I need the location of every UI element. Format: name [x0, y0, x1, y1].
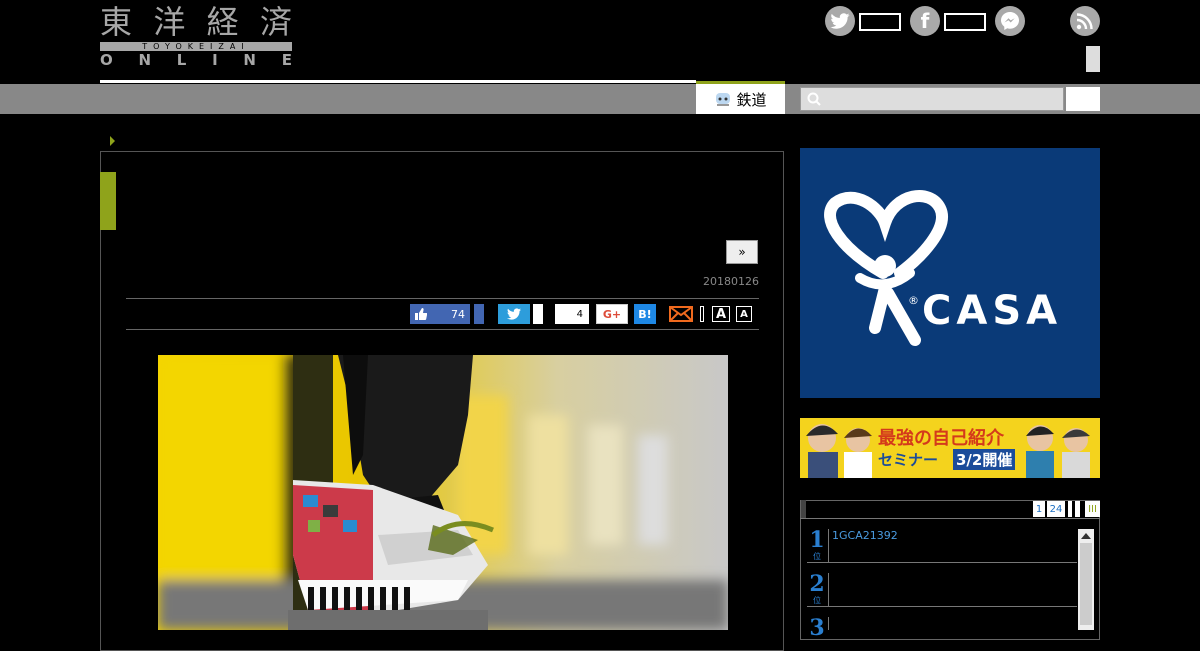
- messenger-icon[interactable]: [995, 6, 1025, 36]
- logo-online: O N L I N E: [100, 52, 292, 68]
- next-page-button[interactable]: »: [726, 240, 758, 264]
- logo-char: 洋: [153, 3, 186, 41]
- like-count: 74: [451, 307, 465, 321]
- thumbs-up-icon: [415, 308, 427, 320]
- rank-number: 3: [809, 615, 825, 641]
- font-size-large-button[interactable]: A: [712, 306, 730, 322]
- facebook-like-button[interactable]: 74: [410, 304, 470, 324]
- ranking-tab[interactable]: 1: [1033, 501, 1045, 517]
- ranking-divider: [828, 529, 829, 562]
- mail-icon[interactable]: [669, 306, 693, 322]
- svg-text:®: ®: [908, 294, 919, 307]
- article-photo: [158, 355, 728, 630]
- rank-number: 2: [809, 571, 825, 597]
- share-divider-top: [126, 298, 759, 299]
- tab-label: 鉄道: [736, 90, 767, 109]
- twitter-icon: [507, 308, 521, 320]
- tweet-count: [533, 304, 543, 324]
- title-accent-bar: [100, 172, 116, 230]
- nav-divider: [100, 80, 696, 83]
- logo-char: 経: [206, 3, 239, 41]
- rank-number: 1: [809, 527, 825, 553]
- logo-char: I: [212, 51, 218, 69]
- tab-railway[interactable]: 鉄道: [696, 81, 785, 114]
- ranking-tab[interactable]: 24: [1047, 501, 1065, 517]
- comment-count[interactable]: 4: [555, 304, 589, 324]
- banner-date: 3/2開催: [953, 449, 1016, 470]
- search-button[interactable]: [1066, 87, 1100, 111]
- font-size-small-button[interactable]: A: [736, 306, 752, 322]
- hatena-bookmark-button[interactable]: B!: [634, 304, 656, 324]
- logo-subtitle: TOYOKEIZAI: [100, 42, 292, 51]
- logo-char: N: [138, 51, 152, 69]
- ranking-panel: [800, 500, 1100, 640]
- twitter-follow-count: [859, 13, 901, 31]
- share-divider-bottom: [126, 329, 759, 330]
- breadcrumb-arrow-icon: [110, 136, 115, 146]
- google-plus-button[interactable]: G+: [596, 304, 628, 324]
- seminar-ad-banner[interactable]: 最強の自己紹介 セミナー 3/2開催: [800, 418, 1100, 478]
- banner-subline: セミナー: [878, 451, 939, 469]
- train-icon: [716, 93, 731, 106]
- casa-label: CASA: [922, 288, 1063, 334]
- rss-icon[interactable]: [1070, 6, 1100, 36]
- ranking-divider: [828, 617, 829, 630]
- logo-char: E: [281, 51, 292, 69]
- ranking-item[interactable]: 2 位: [807, 573, 827, 606]
- tweet-button[interactable]: [498, 304, 530, 324]
- search-icon: [807, 92, 821, 106]
- ranking-title[interactable]: 1GCA21392: [832, 529, 898, 542]
- ranking-divider: [807, 562, 1077, 563]
- facebook-like-count: [944, 13, 986, 31]
- ranking-tab[interactable]: [1068, 501, 1072, 517]
- banner-headline: 最強の自己紹介: [878, 428, 1004, 449]
- ranking-divider: [828, 573, 829, 606]
- ranking-item[interactable]: 3: [807, 617, 827, 639]
- scroll-thumb[interactable]: [1080, 543, 1092, 625]
- like-extra[interactable]: [474, 304, 484, 324]
- ranking-tab[interactable]: [1075, 501, 1080, 517]
- logo-char: N: [243, 51, 256, 69]
- site-logo[interactable]: 東 洋 経 済: [100, 4, 292, 40]
- print-button[interactable]: [700, 306, 704, 322]
- logo-char: 東: [100, 3, 133, 41]
- casa-ad-banner[interactable]: ® CASA: [800, 148, 1100, 398]
- ranking-item[interactable]: 1 位: [807, 529, 827, 562]
- scroll-up-icon[interactable]: [1081, 533, 1091, 539]
- ranking-scrollbar[interactable]: [1078, 529, 1094, 630]
- facebook-icon[interactable]: f: [910, 6, 940, 36]
- search-input[interactable]: [800, 87, 1064, 111]
- ranking-divider: [807, 606, 1077, 607]
- logo-char: O: [100, 51, 113, 69]
- article-date: 20180126: [703, 275, 759, 288]
- twitter-icon[interactable]: [825, 6, 855, 36]
- logo-char: L: [176, 51, 187, 69]
- login-button[interactable]: [1086, 46, 1100, 72]
- ranking-tab[interactable]: III: [1085, 501, 1100, 517]
- logo-char: 済: [259, 3, 292, 41]
